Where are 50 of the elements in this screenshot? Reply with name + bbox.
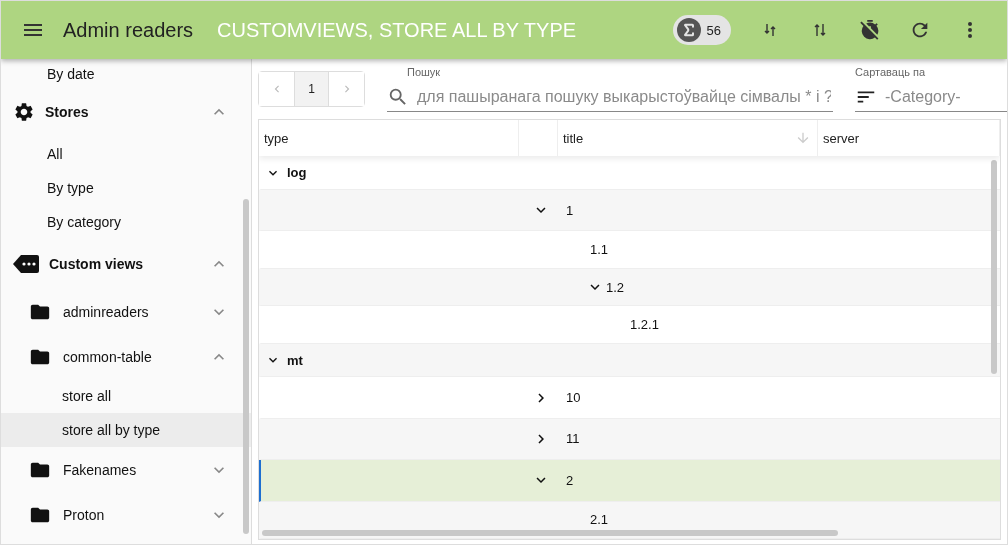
table-row[interactable]: 2	[259, 460, 1000, 502]
title-cell: 1.1	[590, 242, 609, 258]
folder-label: common-table	[63, 348, 153, 365]
title-cell: 1.2.1	[630, 317, 659, 333]
table-row[interactable]: 11	[259, 418, 1000, 461]
sidebar-section[interactable]: Custom views	[1, 239, 251, 289]
sidebar-item[interactable]: By category	[1, 205, 251, 239]
sidebar-item[interactable]: By type	[1, 171, 251, 205]
folder-item[interactable]: Proton	[1, 492, 251, 537]
folder-item[interactable]: Fakenames	[1, 447, 251, 492]
folder-label: Fakenames	[63, 461, 138, 478]
sigma-icon	[676, 18, 701, 42]
sidebar-item[interactable]: By date	[1, 61, 251, 87]
section-label: Stores	[45, 104, 90, 120]
count-chip[interactable]: 56	[672, 15, 731, 45]
title-cell: 10	[566, 390, 581, 405]
title-cell: 1	[566, 202, 574, 218]
field-label: Пошук	[407, 66, 442, 78]
scrollbar[interactable]	[991, 160, 997, 374]
table-row[interactable]: 1	[259, 190, 1000, 232]
scrollbar[interactable]	[262, 530, 838, 536]
section-label: Custom views	[49, 256, 145, 272]
page-subtitle: CUSTOMVIEWS, STORE ALL BY TYPE	[217, 18, 578, 42]
folder-label: Proton	[63, 506, 106, 523]
tag-icon	[13, 254, 39, 274]
folder-item[interactable]: common-table	[1, 334, 251, 379]
table-row[interactable]: 1.2	[259, 268, 1000, 307]
field-label: Сартаваць па	[855, 66, 927, 78]
sort-arrows-icon	[812, 22, 828, 38]
sidebar-item[interactable]: store all by type	[1, 413, 251, 447]
sidebar-section[interactable]: Stores	[1, 87, 251, 137]
scrollbar[interactable]	[243, 199, 249, 534]
title-cell: 11	[566, 431, 580, 447]
sidebar-item[interactable]: store all	[1, 379, 251, 413]
sort-field[interactable]: -Category-	[883, 86, 1007, 107]
group-row[interactable]: mt	[259, 343, 1000, 378]
group-label: mt	[287, 352, 303, 368]
app-title: Admin readers	[63, 18, 194, 42]
group-label: log	[287, 165, 307, 181]
sort-arrows-icon	[762, 22, 778, 38]
timer-off-icon	[859, 19, 881, 41]
title-cell: 2	[566, 472, 574, 488]
sidebar-item[interactable]: All	[1, 137, 251, 171]
folder-label: adminreaders	[63, 303, 150, 320]
more-icon	[968, 22, 972, 38]
title-cell: 2.1	[590, 512, 609, 528]
settings-icon	[13, 101, 35, 123]
folder-item[interactable]: adminreaders	[1, 289, 251, 334]
title-cell: 1.2	[606, 279, 625, 295]
page-button[interactable]: 1	[294, 72, 329, 106]
